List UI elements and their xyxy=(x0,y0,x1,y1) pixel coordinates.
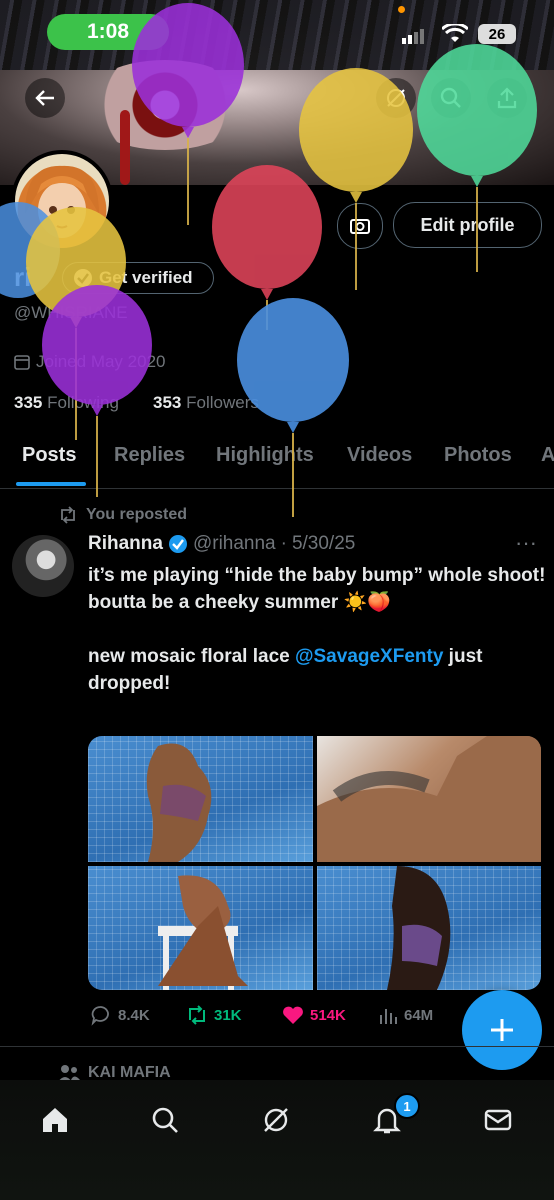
repost-button[interactable]: 31K xyxy=(186,1000,242,1030)
profile-handle: @WHISRIANE xyxy=(14,303,128,322)
post-image-2[interactable] xyxy=(317,736,541,862)
author-avatar[interactable] xyxy=(12,535,74,597)
search-icon xyxy=(440,87,461,108)
grok-button[interactable] xyxy=(376,78,416,118)
balloon-icon xyxy=(212,165,322,330)
followers-label: Followers xyxy=(186,393,259,412)
photo-illustration xyxy=(158,875,248,990)
following-count: 335 xyxy=(14,393,43,412)
reply-button[interactable]: 8.4K xyxy=(90,1000,150,1030)
followers-link[interactable]: 353 Followers xyxy=(153,393,259,413)
grok-icon xyxy=(264,1108,288,1132)
calendar-icon xyxy=(14,355,30,370)
compose-icon xyxy=(491,1019,513,1041)
profile-avatar[interactable] xyxy=(11,150,113,252)
joined-date: Joined May 2020 xyxy=(14,352,165,372)
like-count: 514K xyxy=(310,1006,346,1024)
wifi-icon xyxy=(440,22,470,49)
privacy-indicator xyxy=(398,6,405,13)
author-name[interactable]: Rihanna xyxy=(88,533,163,555)
grok-icon xyxy=(387,89,405,107)
tab-photos[interactable]: Photos xyxy=(444,444,512,467)
like-button[interactable]: 514K xyxy=(282,1000,346,1030)
banner-tear-art xyxy=(120,110,130,185)
joined-label: Joined May 2020 xyxy=(36,352,166,371)
post-divider xyxy=(0,1046,554,1047)
reply-count: 8.4K xyxy=(118,1006,150,1024)
camera-icon xyxy=(350,219,370,234)
profile-display-name: ri xyxy=(14,262,32,292)
battery-indicator: 26 xyxy=(478,24,516,44)
post-image-1[interactable] xyxy=(88,736,313,862)
following-link[interactable]: 335 Following xyxy=(14,393,119,413)
author-handle[interactable]: @rihanna xyxy=(193,533,276,555)
tab-replies[interactable]: Replies xyxy=(114,444,185,467)
nav-messages[interactable] xyxy=(478,1100,518,1140)
profile-tabs: Posts Replies Highlights Videos Photos A xyxy=(0,430,554,489)
followers-count: 353 xyxy=(153,393,182,412)
post-text: it’s me playing “hide the baby bump” who… xyxy=(88,562,548,697)
signal-icon xyxy=(402,28,424,49)
notification-badge: 1 xyxy=(394,1093,420,1119)
repost-icon xyxy=(189,1005,205,1025)
status-time: 1:08 xyxy=(47,14,169,50)
photo-illustration xyxy=(146,743,212,862)
nav-search[interactable] xyxy=(145,1100,185,1140)
active-tab-indicator xyxy=(16,482,86,486)
get-verified-label: Get verified xyxy=(99,268,193,287)
banner-eye-art xyxy=(80,60,250,150)
nav-grok[interactable] xyxy=(256,1100,296,1140)
more-icon[interactable]: ··· xyxy=(515,530,537,556)
mention-link[interactable]: @SavageXFenty xyxy=(295,646,443,667)
post-header: Rihanna @rihanna · 5/30/25 xyxy=(88,533,356,555)
search-icon xyxy=(152,1107,178,1133)
views-icon xyxy=(380,1009,397,1024)
reply-icon xyxy=(91,1006,109,1026)
nav-home[interactable] xyxy=(35,1100,75,1140)
compose-button[interactable] xyxy=(462,990,542,1070)
post-date[interactable]: 5/30/25 xyxy=(292,533,355,555)
post-line-1: it’s me playing “hide the baby bump” who… xyxy=(88,565,546,586)
get-verified-button[interactable]: Get verified xyxy=(62,262,214,294)
verified-badge-icon xyxy=(74,269,92,287)
edit-profile-button[interactable]: Edit profile xyxy=(393,202,542,248)
views-button[interactable]: 64M xyxy=(378,1000,433,1030)
post-line-2: boutta be a cheeky summer ☀️🍑 xyxy=(88,592,391,613)
post-line-3: new mosaic floral lace @SavageXFenty jus… xyxy=(88,646,483,694)
repost-label: You reposted xyxy=(86,506,188,523)
like-icon xyxy=(283,1006,303,1024)
photo-illustration xyxy=(317,736,541,862)
repost-icon xyxy=(61,506,75,524)
search-button[interactable] xyxy=(431,78,471,118)
back-arrow-icon xyxy=(35,90,54,106)
back-button[interactable] xyxy=(25,78,65,118)
tab-overflow[interactable]: A xyxy=(541,444,554,467)
view-count: 64M xyxy=(404,1006,434,1024)
avatar-illustration xyxy=(25,165,99,238)
repost-count: 31K xyxy=(214,1006,242,1024)
tab-highlights[interactable]: Highlights xyxy=(216,444,314,467)
repost-context: You reposted xyxy=(58,506,187,524)
verified-badge-icon xyxy=(168,535,187,553)
photo-illustration xyxy=(387,866,451,990)
post-image-4[interactable] xyxy=(317,866,541,990)
following-label: Following xyxy=(47,393,119,412)
camera-button[interactable] xyxy=(337,203,383,249)
share-button[interactable] xyxy=(487,78,527,118)
bottom-navigation xyxy=(0,1080,554,1200)
messages-icon xyxy=(484,1109,512,1131)
share-icon xyxy=(497,87,517,109)
home-icon xyxy=(43,1108,67,1132)
tab-videos[interactable]: Videos xyxy=(347,444,412,467)
tab-posts[interactable]: Posts xyxy=(22,444,76,467)
post-image-3[interactable] xyxy=(88,866,313,990)
